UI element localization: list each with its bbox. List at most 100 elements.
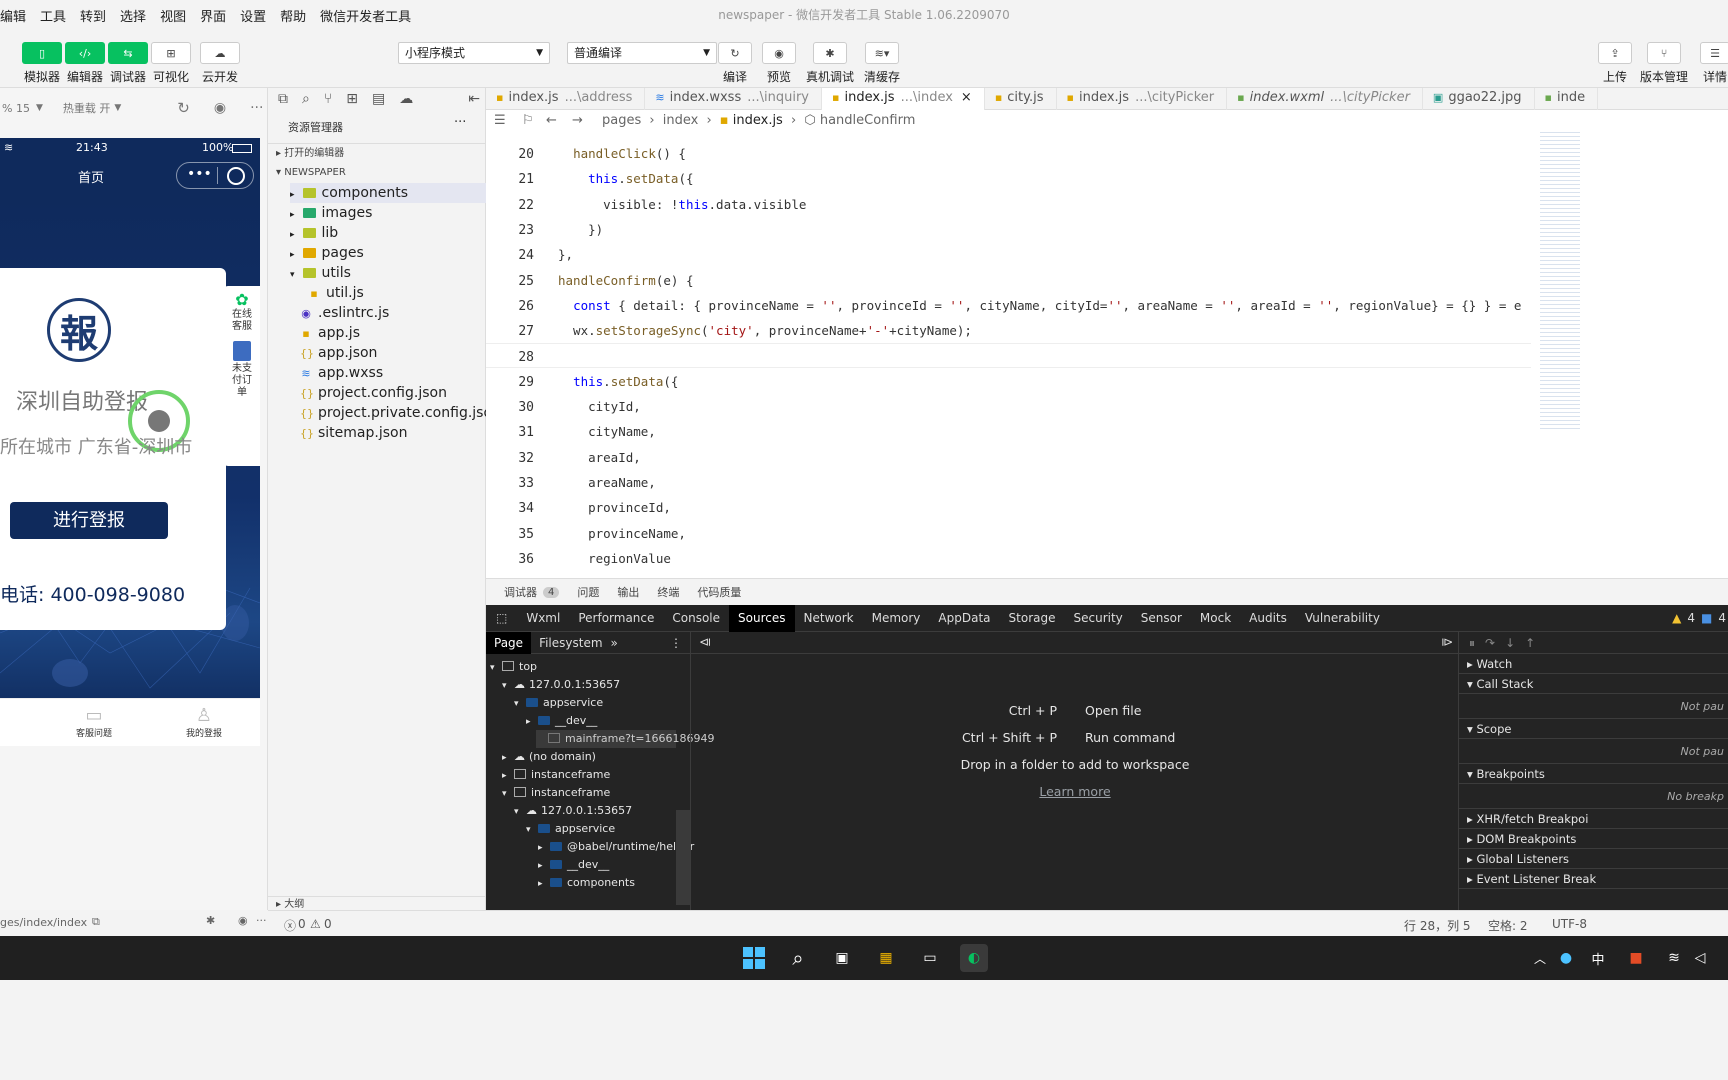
copy-icon[interactable]: ⧉ [92,915,100,929]
menu-item[interactable]: 帮助 [273,6,313,25]
close-icon[interactable]: × [961,90,972,105]
zoom-select[interactable]: % 15 [2,102,30,115]
capsule-button[interactable]: ••• [176,162,254,189]
files-icon[interactable]: ⧉ [278,91,288,107]
open-editors-section[interactable]: ▸ 打开的编辑器 [268,143,486,162]
tab-filesystem[interactable]: Filesystem [531,636,610,650]
cloud-dev-button[interactable]: ☁ 云开发 [200,42,240,85]
sources-tree-item[interactable]: ▸ instanceframe [502,766,610,784]
bug-icon[interactable]: ✱ [206,914,215,927]
list-icon[interactable]: ☰ [494,110,506,132]
menu-item[interactable]: 转到 [73,6,113,25]
hotreload-toggle[interactable]: 热重载 开 [63,100,111,116]
bookmark-icon[interactable]: ⚐ [522,110,534,132]
step-out-icon[interactable]: ↑ [1525,636,1545,650]
pause-icon[interactable]: ⏸ [1469,636,1485,650]
breakpoints-section[interactable]: ▾ Breakpoints [1459,764,1728,784]
tray-up-icon[interactable]: ︿ [1526,944,1554,972]
ime-indicator[interactable]: 中 [1584,944,1612,972]
minimap[interactable] [1536,132,1606,442]
sources-tree-item[interactable]: ▸ components [538,874,635,892]
stop-icon[interactable]: ◉ [214,100,226,116]
devtools-tab[interactable]: Sensor [1132,605,1191,632]
scrollbar[interactable] [676,810,690,905]
watch-section[interactable]: ▸ Watch [1459,654,1728,674]
tree-folder[interactable]: ▾ utils [290,263,351,283]
menu-item[interactable]: 微信开发者工具 [313,6,418,25]
tab-my-notices[interactable]: ♙ 我的登报 [184,705,224,739]
sources-tree-item[interactable]: mainframe?t=1666186949 [536,730,714,748]
editor-tab[interactable]: ≋ index.wxss ...\inquiry [645,88,822,110]
compile-select[interactable]: 普通编译 ▼ [567,42,717,64]
crumb-symbol[interactable]: handleConfirm [820,113,916,128]
inspect-icon[interactable]: ⬚ [486,605,517,632]
toggle-navigator-icon[interactable]: ⧏ [699,635,711,649]
devtools-tab[interactable]: Wxml [517,605,569,632]
code-editor[interactable]: 20 handleClick() {21 this.setData({22 vi… [486,132,1728,578]
tree-file[interactable]: ▪ app.js [300,323,360,343]
devtools-tab[interactable]: Memory [863,605,930,632]
menu-item[interactable]: 界面 [193,6,233,25]
forward-arrow-icon[interactable]: → [572,110,583,132]
clear-cache-button[interactable]: ≋▾ 清缓存 [864,42,900,85]
windows-start-icon[interactable] [740,944,768,972]
error-count[interactable]: 0 [298,917,306,931]
cursor-position[interactable]: 行 28，列 5 [1404,917,1471,934]
preview-button[interactable]: ◉ 预览 [762,42,796,85]
tree-file[interactable]: ◉ .eslintrc.js [300,303,389,323]
visual-toggle-button[interactable]: ⊞ 可视化 [151,42,191,85]
tab-debugger[interactable]: 调试器 [504,584,537,600]
editor-toggle-button[interactable]: ‹/› 编辑器 [65,42,105,85]
sources-tree-item[interactable]: ▾ appservice [526,820,615,838]
sources-tree-item[interactable]: ▾ ☁ 127.0.0.1:53657 [502,676,620,694]
dom-breakpoints-section[interactable]: ▸ DOM Breakpoints [1459,829,1728,849]
devtools-tab[interactable]: Performance [569,605,663,632]
devtools-tab[interactable]: Storage [1000,605,1065,632]
debugger-toggle-button[interactable]: ⇆ 调试器 [108,42,148,85]
sources-tree-item[interactable]: ▸ __dev__ [526,712,597,730]
more-icon[interactable]: ··· [250,100,263,116]
menu-item[interactable]: 视图 [153,6,193,25]
tree-file[interactable]: {} project.config.json [300,383,447,403]
mode-select[interactable]: 小程序模式 ▼ [398,42,550,64]
wifi-icon[interactable]: ≋ [1660,944,1688,972]
editor-tab[interactable]: ▪ index.js ...\cityPicker [1057,88,1228,110]
sogou-icon[interactable]: ■ [1622,944,1650,972]
search-icon[interactable]: ⌕ [784,944,812,972]
devtools-tab[interactable]: Console [663,605,729,632]
encoding[interactable]: UTF-8 [1552,917,1587,931]
back-arrow-icon[interactable]: ← [546,110,557,132]
editor-tab[interactable]: ▪ index.wxml ...\cityPicker [1227,88,1423,110]
editor-tab[interactable]: ▣ ggao22.jpg [1423,88,1535,110]
database-icon[interactable]: ▤ [372,91,385,107]
step-into-icon[interactable]: ↓ [1505,636,1525,650]
eye-icon[interactable]: ◉ [238,914,248,927]
menu-item[interactable]: 选择 [113,6,153,25]
terminal-icon[interactable]: ▭ [916,944,944,972]
devtools-tab[interactable]: Mock [1191,605,1240,632]
tab-output[interactable]: 输出 [617,584,639,600]
tab-terminal[interactable]: 终端 [657,584,679,600]
upload-button[interactable]: ⇪ 上传 [1598,42,1632,85]
call-stack-section[interactable]: ▾ Call Stack [1459,674,1728,694]
crumb-pages[interactable]: pages [602,113,641,128]
online-service-link[interactable]: 在线客服 [224,309,260,333]
more-icon[interactable]: ··· [454,115,466,130]
scope-section[interactable]: ▾ Scope [1459,719,1728,739]
tree-file[interactable]: ≋ app.wxss [300,363,383,383]
version-control-button[interactable]: ⑂ 版本管理 [1640,42,1688,85]
sources-tree-item[interactable]: ▾ top [490,658,537,676]
step-over-icon[interactable]: ↷ [1485,636,1505,650]
more-vert-icon[interactable]: ⋮ [670,636,690,650]
event-listener-breakpoints-section[interactable]: ▸ Event Listener Break [1459,869,1728,889]
tree-file[interactable]: {} app.json [300,343,377,363]
devtools-tab[interactable]: AppData [929,605,999,632]
menu-item[interactable]: 工具 [33,6,73,25]
submit-notice-button[interactable]: 进行登报 [10,502,168,539]
project-section[interactable]: ▾ NEWSPAPER [268,163,486,182]
tab-problems[interactable]: 问题 [577,584,599,600]
remote-debug-button[interactable]: ✱ 真机调试 [806,42,854,85]
warning-count[interactable]: 0 [324,917,332,931]
sources-tree-item[interactable]: ▸ __dev__ [538,856,609,874]
tree-folder[interactable]: ▸ images [290,203,372,223]
